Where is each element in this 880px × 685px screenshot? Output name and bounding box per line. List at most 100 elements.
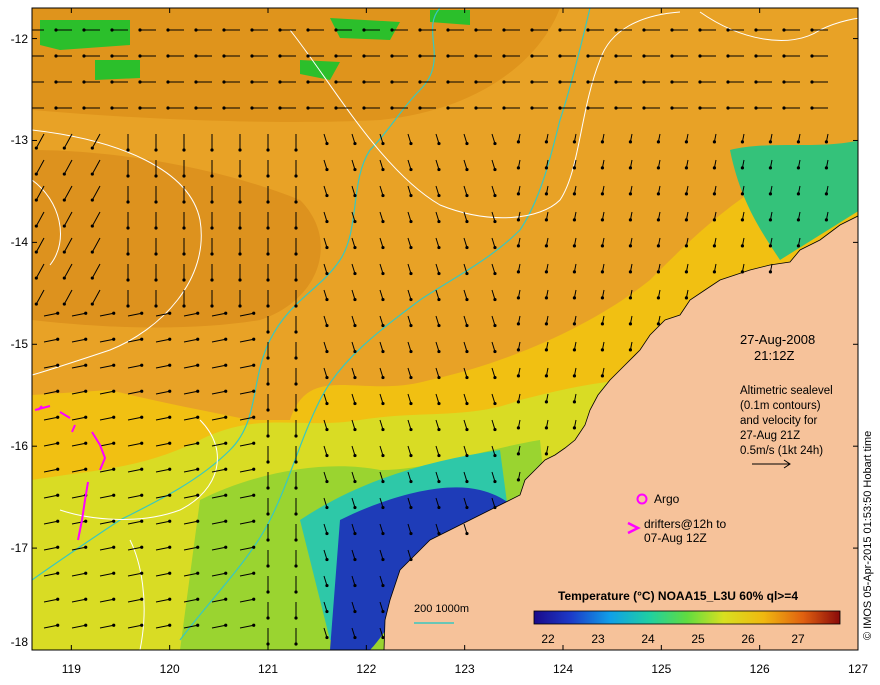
velocity-arrow-head <box>168 441 172 445</box>
x-tick-label: 125 <box>651 662 672 676</box>
velocity-arrow-head <box>266 356 270 360</box>
velocity-arrow-head <box>600 140 605 144</box>
velocity-arrow-head <box>168 519 172 523</box>
velocity-arrow-head <box>698 28 702 32</box>
velocity-arrow-head <box>474 28 478 32</box>
velocity-arrow-head <box>712 244 717 248</box>
velocity-arrow-head <box>252 467 256 471</box>
velocity-arrow-head <box>381 401 385 406</box>
velocity-arrow-head <box>82 80 86 84</box>
velocity-arrow-head <box>266 278 270 282</box>
y-tick-label: -15 <box>10 337 28 352</box>
velocity-arrow-head <box>418 54 422 58</box>
velocity-arrow-head <box>54 54 58 58</box>
velocity-arrow-head <box>334 54 338 58</box>
velocity-arrow-head <box>266 226 270 230</box>
velocity-arrow-head <box>34 302 38 306</box>
velocity-arrow-head <box>126 226 130 230</box>
velocity-arrow-head <box>238 174 242 178</box>
velocity-arrow-head <box>140 467 144 471</box>
velocity-arrow-head <box>600 270 605 274</box>
velocity-arrow-head <box>628 192 633 196</box>
velocity-arrow-head <box>325 141 329 146</box>
velocity-arrow-head <box>84 363 88 367</box>
velocity-arrow-head <box>34 250 38 254</box>
velocity-arrow-head <box>628 218 633 222</box>
altimetry-legend-line: 0.5m/s (1kt 24h) <box>740 445 824 457</box>
velocity-arrow-head <box>465 323 469 328</box>
velocity-arrow-head <box>516 452 521 456</box>
velocity-arrow-head <box>325 479 329 484</box>
velocity-arrow-head <box>530 28 534 32</box>
velocity-arrow-head <box>437 167 441 172</box>
velocity-arrow-head <box>437 531 441 536</box>
velocity-arrow-head <box>353 479 357 484</box>
velocity-arrow-head <box>110 106 114 110</box>
velocity-arrow-head <box>493 323 497 328</box>
velocity-arrow-head <box>437 219 441 224</box>
velocity-arrow-head <box>409 141 413 146</box>
velocity-arrow-head <box>572 192 577 196</box>
velocity-arrow-head <box>600 218 605 222</box>
velocity-arrow-head <box>656 192 661 196</box>
velocity-arrow-head <box>381 557 385 562</box>
velocity-arrow-head <box>325 635 329 640</box>
velocity-arrow-head <box>325 401 329 406</box>
velocity-arrow-head <box>294 278 298 282</box>
velocity-arrow-head <box>294 382 298 386</box>
velocity-arrow-head <box>266 200 270 204</box>
velocity-arrow-head <box>516 166 521 170</box>
velocity-arrow-head <box>796 244 801 248</box>
velocity-arrow-head <box>325 219 329 224</box>
velocity-arrow-head <box>252 389 256 393</box>
velocity-arrow-head <box>502 106 506 110</box>
velocity-arrow-head <box>278 106 282 110</box>
velocity-arrow-head <box>224 545 228 549</box>
velocity-arrow-head <box>493 453 497 458</box>
velocity-arrow-head <box>90 172 94 176</box>
velocity-arrow-head <box>224 519 228 523</box>
velocity-arrow-head <box>112 415 116 419</box>
velocity-arrow-head <box>726 80 730 84</box>
velocity-arrow-head <box>381 219 385 224</box>
velocity-arrow-head <box>196 545 200 549</box>
velocity-arrow-head <box>572 218 577 222</box>
velocity-arrow-head <box>62 146 66 150</box>
velocity-arrow-head <box>222 80 226 84</box>
velocity-arrow-head <box>493 479 497 484</box>
velocity-arrow-head <box>90 302 94 306</box>
velocity-arrow-head <box>353 427 357 432</box>
velocity-arrow-head <box>222 28 226 32</box>
velocity-arrow-head <box>194 28 198 32</box>
velocity-arrow-head <box>684 270 689 274</box>
velocity-arrow-head <box>572 348 577 352</box>
velocity-arrow-head <box>600 296 605 300</box>
velocity-arrow-head <box>684 296 689 300</box>
velocity-arrow-head <box>252 597 256 601</box>
velocity-arrow-head <box>381 271 385 276</box>
velocity-arrow-head <box>768 192 773 196</box>
velocity-arrow-head <box>325 557 329 562</box>
velocity-arrow-head <box>294 590 298 594</box>
velocity-arrow-head <box>168 623 172 627</box>
velocity-arrow-head <box>493 505 497 510</box>
velocity-arrow-head <box>138 106 142 110</box>
velocity-arrow-head <box>110 28 114 32</box>
velocity-arrow-head <box>558 54 562 58</box>
velocity-arrow-head <box>112 389 116 393</box>
velocity-arrow-head <box>140 441 144 445</box>
velocity-arrow-head <box>544 400 549 404</box>
velocity-arrow-head <box>196 571 200 575</box>
velocity-arrow-head <box>516 348 521 352</box>
velocity-arrow-head <box>465 531 469 536</box>
velocity-arrow-head <box>418 80 422 84</box>
velocity-arrow-head <box>572 140 577 144</box>
velocity-arrow-head <box>266 538 270 542</box>
velocity-arrow-head <box>628 296 633 300</box>
velocity-arrow-head <box>670 106 674 110</box>
velocity-arrow-head <box>465 297 469 302</box>
velocity-arrow-head <box>600 192 605 196</box>
velocity-arrow-head <box>544 244 549 248</box>
velocity-arrow-head <box>544 218 549 222</box>
argo-label: Argo <box>654 492 680 506</box>
